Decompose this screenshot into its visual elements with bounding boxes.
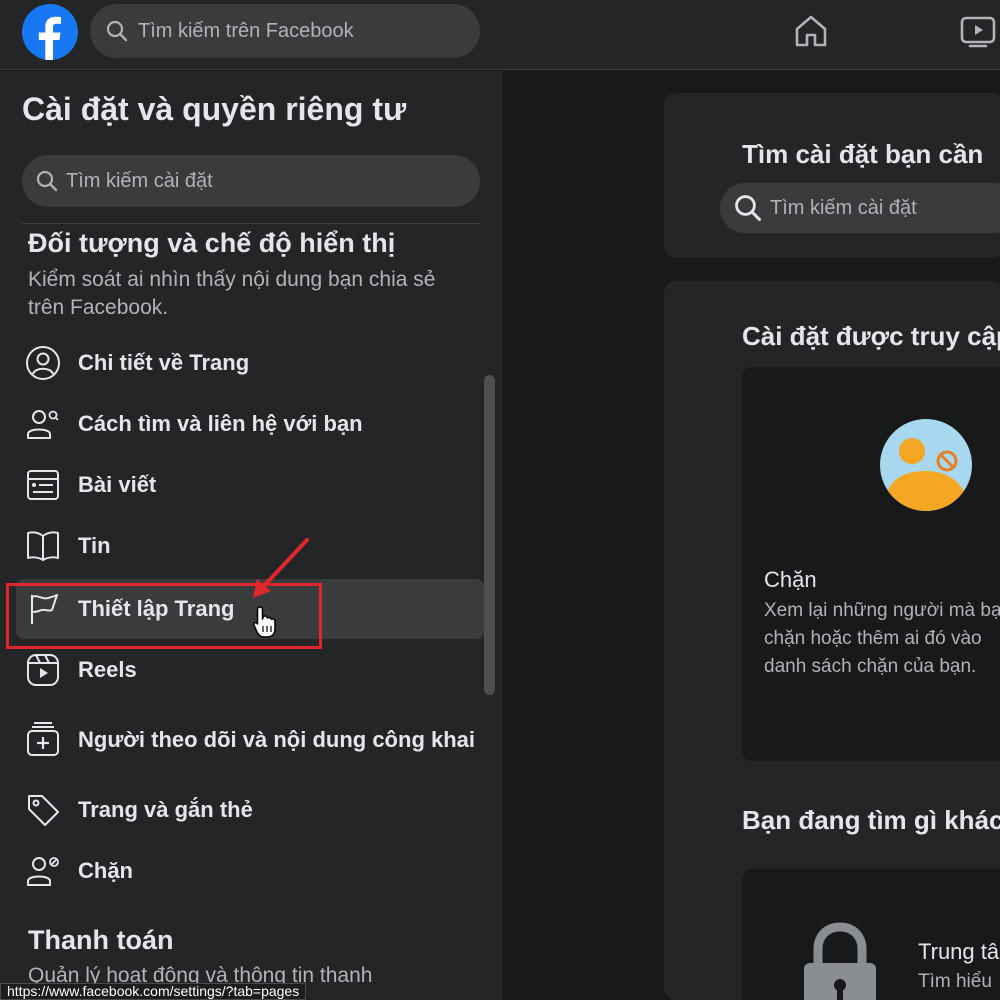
search-placeholder: Tìm kiếm cài đặt [770,196,917,219]
status-bar-url: https://www.facebook.com/settings/?tab=p… [0,983,307,1000]
blocked-user-icon [880,419,972,511]
section-description-audience: Kiểm soát ai nhìn thấy nội dung bạn chia… [28,268,436,319]
search-icon [36,170,58,192]
search-placeholder: Tìm kiếm cài đặt [66,169,213,192]
page-title: Cài đặt và quyền riêng tư [22,91,407,127]
person-block-icon [27,857,59,886]
add-content-icon [27,722,59,756]
sidebar-item-reels[interactable]: Reels [16,640,484,700]
sidebar-item-label: Chặn [78,858,133,883]
blocking-shortcut-card[interactable]: Chặn Xem lại những người mà bạn chặn hoặ… [742,367,1000,761]
search-icon [106,20,128,42]
search-settings-card: Tìm cài đặt bạn cần Tìm kiếm cài đặt [664,93,1000,258]
lock-icon [804,922,876,1000]
accessed-settings-card: Cài đặt được truy cập Chặn Xem lại những… [664,281,1000,1000]
sidebar-item-followers[interactable]: Người theo dõi và nội dung công khai [16,707,484,773]
settings-search-input[interactable]: Tìm kiếm cài đặt [22,155,480,207]
block-title: Chặn [764,567,817,592]
sidebar-scrollbar[interactable] [484,375,495,695]
person-search-icon [27,410,59,439]
block-description: Xem lại những người mà bạn chặn hoặc thê… [764,600,1000,677]
post-icon [27,470,59,500]
sidebar-item-tagging[interactable]: Trang và gắn thẻ [16,780,484,840]
facebook-search-input[interactable]: Tìm kiếm trên Facebook [90,4,480,58]
profile-circle-icon [26,346,60,380]
top-navigation-bar: Tìm kiếm trên Facebook [0,0,1000,70]
hand-cursor-icon [253,606,276,638]
other-section-title: Bạn đang tìm gì khác [742,805,1000,835]
card-title: Tìm cài đặt bạn cần [742,139,984,169]
facebook-logo-icon[interactable] [22,4,78,60]
main-settings-search-input[interactable]: Tìm kiếm cài đặt [720,183,1000,233]
sidebar-item-label: Bài viết [78,472,157,497]
search-icon [735,195,761,221]
help-title: Trung tâm [918,939,1000,964]
section-heading-audience: Đối tượng và chế độ hiển thị [28,228,396,258]
help-center-card[interactable]: Trung tâm Tìm hiểu [742,869,1000,1000]
annotation-arrow-icon [253,538,309,598]
sidebar-item-blocking[interactable]: Chặn [16,841,484,901]
reels-icon [27,654,59,686]
sidebar-item-posts[interactable]: Bài viết [16,455,484,515]
watch-icon[interactable] [958,12,1000,50]
home-icon[interactable] [792,12,830,50]
book-icon [27,531,59,561]
help-description: Tìm hiểu [918,971,992,992]
sidebar-item-label: Cách tìm và liên hệ với bạn [78,411,363,436]
sidebar-item-label: Reels [78,657,137,682]
divider [22,223,480,224]
sidebar-item-find-contact[interactable]: Cách tìm và liên hệ với bạn [16,394,484,454]
card-title: Cài đặt được truy cập [742,321,1000,351]
sidebar-item-label: Chi tiết về Trang [78,350,250,375]
section-heading-payments: Thanh toán [28,925,174,955]
search-placeholder: Tìm kiếm trên Facebook [138,19,354,42]
tag-icon [28,795,59,826]
sidebar-item-label: Trang và gắn thẻ [78,797,253,822]
sidebar-item-page-details[interactable]: Chi tiết về Trang [16,333,484,393]
sidebar-item-label: Người theo dõi và nội dung công khai [78,727,476,752]
